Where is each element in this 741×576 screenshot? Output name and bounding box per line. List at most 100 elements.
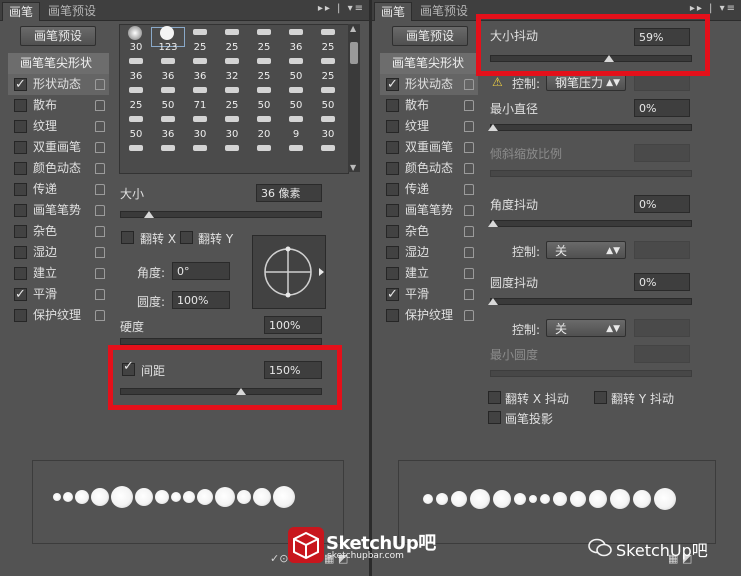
sidebar-item[interactable]: 颜色动态 <box>380 158 478 179</box>
sidebar-item[interactable]: 传递 <box>8 179 109 200</box>
brush-tip[interactable]: 25 <box>120 86 152 111</box>
brush-tip[interactable]: 50 <box>248 86 280 111</box>
brush-tip[interactable]: 25 <box>312 28 344 53</box>
brush-tip[interactable]: 123 <box>151 26 185 53</box>
sidebar-item[interactable]: 形状动态 <box>8 74 109 95</box>
min-diameter-input[interactable]: 0% <box>634 99 690 117</box>
lock-icon[interactable] <box>95 79 105 90</box>
sidebar-checkbox[interactable] <box>386 162 399 175</box>
tab-brush[interactable]: 画笔 <box>2 2 41 21</box>
brush-tip[interactable] <box>152 144 184 162</box>
sidebar-checkbox[interactable] <box>14 309 27 322</box>
min-diameter-slider-thumb[interactable] <box>488 124 498 131</box>
lock-icon[interactable] <box>95 163 105 174</box>
lock-icon[interactable] <box>95 184 105 195</box>
flip-x-checkbox[interactable] <box>121 231 134 244</box>
angle-jitter-slider-thumb[interactable] <box>488 220 498 227</box>
sidebar-checkbox[interactable] <box>386 246 399 259</box>
lock-icon[interactable] <box>464 142 474 153</box>
brush-tip[interactable] <box>312 144 344 162</box>
flip-x-jitter-checkbox[interactable] <box>488 391 501 404</box>
angle-dial-icon[interactable] <box>253 236 325 308</box>
roundness-jitter-input[interactable]: 0% <box>634 273 690 291</box>
tab-brush-presets[interactable]: 画笔预设 <box>414 2 474 20</box>
brush-tip[interactable] <box>248 144 280 162</box>
brush-tip[interactable]: 36 <box>152 115 184 140</box>
sidebar-checkbox[interactable] <box>14 267 27 280</box>
brush-tip[interactable]: 25 <box>216 28 248 53</box>
sidebar-item[interactable]: 画笔笔势 <box>380 200 478 221</box>
lock-icon[interactable] <box>95 121 105 132</box>
scroll-down-icon[interactable]: ▼ <box>350 163 356 172</box>
sidebar-item[interactable]: 画笔笔尖形状 <box>380 53 478 74</box>
sidebar-item[interactable]: 传递 <box>380 179 478 200</box>
brush-presets-button[interactable]: 画笔预设 <box>20 26 96 46</box>
tab-brush[interactable]: 画笔 <box>374 2 413 21</box>
lock-icon[interactable] <box>464 205 474 216</box>
lock-icon[interactable] <box>95 142 105 153</box>
brush-tip[interactable]: 50 <box>152 86 184 111</box>
roundness-jitter-slider[interactable] <box>488 298 692 305</box>
lock-icon[interactable] <box>464 79 474 90</box>
sidebar-item[interactable]: 双重画笔 <box>380 137 478 158</box>
sidebar-checkbox[interactable] <box>14 204 27 217</box>
sidebar-checkbox[interactable] <box>386 99 399 112</box>
brush-presets-button[interactable]: 画笔预设 <box>392 26 468 46</box>
lock-icon[interactable] <box>95 289 105 300</box>
brush-tip[interactable]: 25 <box>248 57 280 82</box>
roundness-control-select[interactable]: 关 ▲▼ <box>546 319 626 337</box>
lock-icon[interactable] <box>464 226 474 237</box>
sidebar-checkbox[interactable] <box>386 225 399 238</box>
lock-icon[interactable] <box>464 163 474 174</box>
sidebar-checkbox[interactable] <box>386 120 399 133</box>
sidebar-item[interactable]: 平滑 <box>8 284 109 305</box>
brush-tip[interactable]: 50 <box>120 115 152 140</box>
lock-icon[interactable] <box>464 100 474 111</box>
sidebar-checkbox[interactable] <box>14 120 27 133</box>
angle-jitter-input[interactable]: 0% <box>634 195 690 213</box>
sidebar-checkbox[interactable] <box>14 99 27 112</box>
brush-tip[interactable]: 25 <box>216 86 248 111</box>
sidebar-item[interactable]: 纹理 <box>8 116 109 137</box>
brush-tip[interactable]: 25 <box>248 28 280 53</box>
lock-icon[interactable] <box>95 268 105 279</box>
roundness-jitter-slider-thumb[interactable] <box>488 298 498 305</box>
sidebar-item[interactable]: 散布 <box>8 95 109 116</box>
sidebar-item[interactable]: 画笔笔尖形状 <box>8 53 109 74</box>
brush-tip[interactable] <box>120 144 152 162</box>
sidebar-checkbox[interactable] <box>14 246 27 259</box>
lock-icon[interactable] <box>95 247 105 258</box>
brush-tip[interactable]: 36 <box>280 28 312 53</box>
sidebar-checkbox[interactable] <box>386 267 399 280</box>
angle-input[interactable]: 0° <box>172 262 230 280</box>
brush-tip[interactable]: 25 <box>312 57 344 82</box>
brush-tip[interactable]: 71 <box>184 86 216 111</box>
sidebar-checkbox[interactable] <box>14 183 27 196</box>
tab-brush-presets[interactable]: 画笔预设 <box>42 2 102 20</box>
brush-grid-scrollbar[interactable]: ▲ ▼ <box>348 24 360 172</box>
sidebar-item[interactable]: 散布 <box>380 95 478 116</box>
brush-tip[interactable]: 30 <box>216 115 248 140</box>
sidebar-checkbox[interactable] <box>386 204 399 217</box>
lock-icon[interactable] <box>464 310 474 321</box>
sidebar-checkbox[interactable] <box>386 309 399 322</box>
size-slider[interactable] <box>120 211 322 218</box>
sidebar-item[interactable]: 形状动态 <box>380 74 478 95</box>
roundness-input[interactable]: 100% <box>172 291 230 309</box>
sidebar-item[interactable]: 杂色 <box>380 221 478 242</box>
brush-tip[interactable]: 20 <box>248 115 280 140</box>
sidebar-item[interactable]: 保护纹理 <box>8 305 109 326</box>
brush-tip[interactable]: 50 <box>280 57 312 82</box>
lock-icon[interactable] <box>95 100 105 111</box>
brush-tip[interactable]: 30 <box>312 115 344 140</box>
brush-tip[interactable]: 36 <box>152 57 184 82</box>
flip-y-jitter-checkbox[interactable] <box>594 391 607 404</box>
sidebar-item[interactable]: 建立 <box>8 263 109 284</box>
lock-icon[interactable] <box>464 247 474 258</box>
sidebar-item[interactable]: 湿边 <box>8 242 109 263</box>
brush-tip[interactable]: 9 <box>280 115 312 140</box>
brush-tip-grid[interactable]: 30 123 25 25 25 36 25 36 36 36 32 25 50 25 25 50 71 25 50 5… <box>119 24 349 174</box>
size-input[interactable]: 36 像素 <box>256 184 322 202</box>
lock-icon[interactable] <box>95 226 105 237</box>
sidebar-item[interactable]: 湿边 <box>380 242 478 263</box>
